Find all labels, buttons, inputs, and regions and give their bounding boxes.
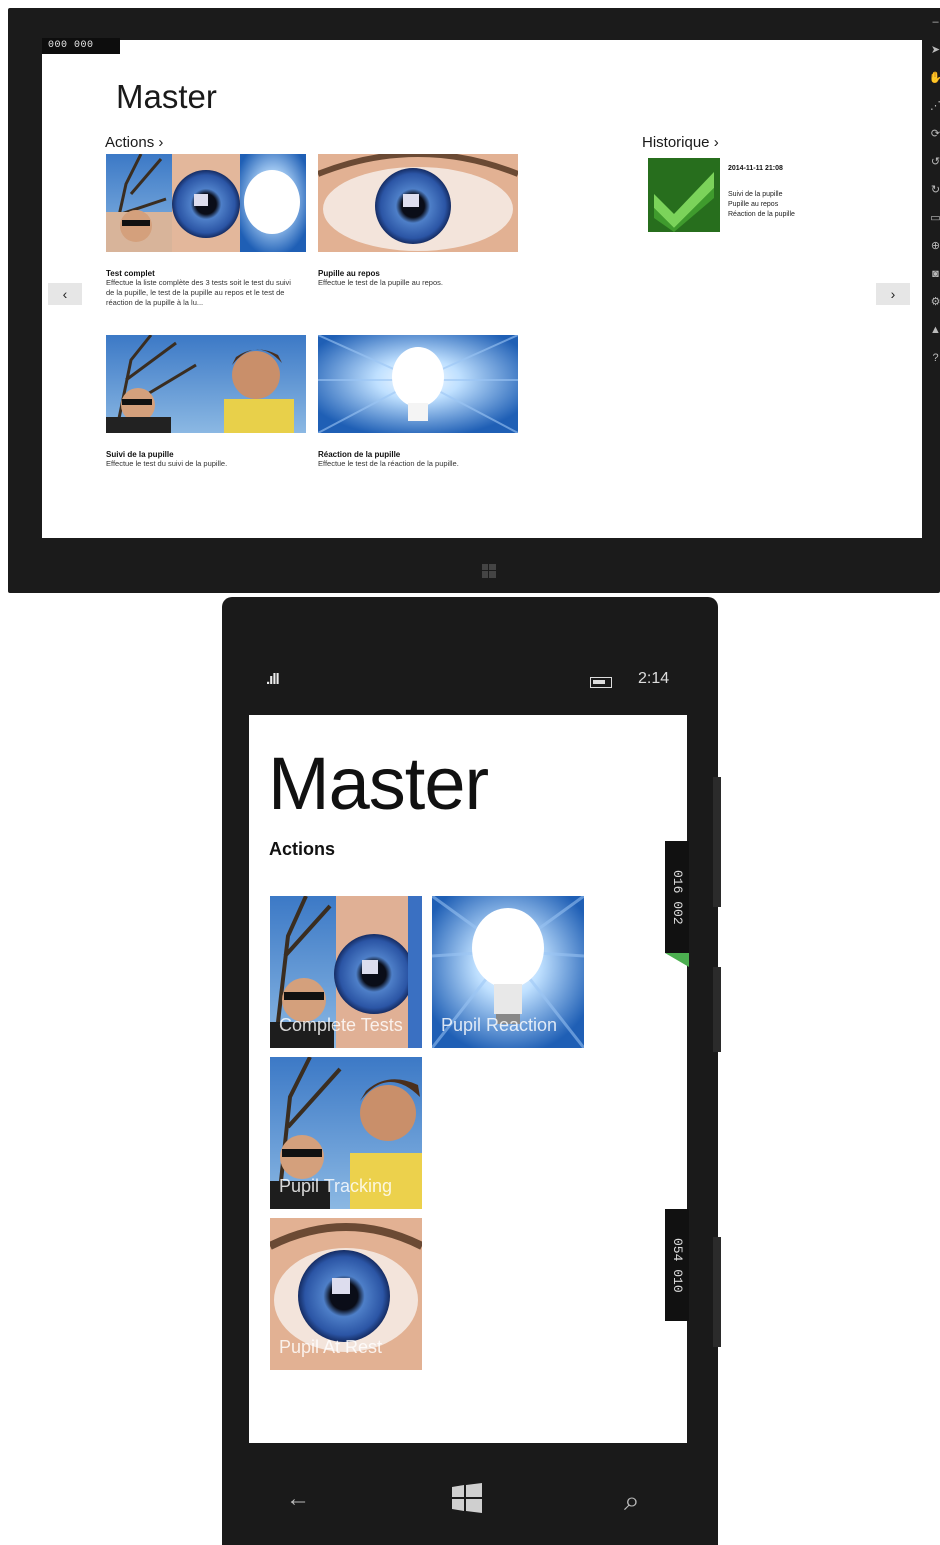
- ruler-value: 010: [670, 1268, 685, 1293]
- actions-header-link[interactable]: Actions ›: [105, 134, 163, 151]
- ruler-badge: 054 010: [665, 1209, 689, 1321]
- camera-button[interactable]: [713, 1237, 721, 1347]
- hand-icon[interactable]: ✋: [923, 64, 940, 92]
- history-header-link[interactable]: Historique ›: [642, 134, 719, 151]
- power-button[interactable]: [713, 967, 721, 1052]
- history-line: Pupille au repos: [728, 201, 779, 208]
- tile-title: Test complet: [106, 269, 155, 278]
- ruler-value: 054: [670, 1237, 685, 1262]
- search-icon[interactable]: ⌕: [624, 1485, 640, 1518]
- tile-pupil-tracking[interactable]: Pupil Tracking: [270, 1057, 422, 1209]
- pupil-reaction-image: [317, 334, 519, 434]
- tile-pupil-tracking[interactable]: Suivi de la pupille Effectue le test du …: [106, 334, 306, 469]
- help-icon[interactable]: ?: [923, 344, 940, 372]
- phone-emulator: .ıll 2:14 Master Actions Complete Tests: [222, 597, 721, 1545]
- battery-icon: [590, 677, 612, 688]
- history-item[interactable]: 2014-11-11 21:08 Suivi de la pupille Pup…: [648, 158, 848, 238]
- windows-logo-icon[interactable]: [452, 1483, 482, 1513]
- rotate-left-icon[interactable]: ↺: [923, 148, 940, 176]
- actions-header: Actions: [269, 839, 336, 859]
- tile-complete-tests[interactable]: Complete Tests: [270, 896, 422, 1048]
- coordinate-badge: 000 000: [42, 38, 120, 54]
- tile-title: Pupille au repos: [318, 269, 380, 278]
- pointer-icon[interactable]: ➤: [923, 36, 940, 64]
- back-button[interactable]: ←: [286, 1485, 310, 1513]
- tile-description: Effectue le test de la réaction de la pu…: [318, 459, 459, 468]
- ruler-badge: 016 002: [665, 841, 689, 953]
- rotate-right-icon[interactable]: ↻: [923, 176, 940, 204]
- tile-title: Suivi de la pupille: [106, 450, 174, 459]
- tile-complete-test[interactable]: Test complet Effectue la liste complète …: [106, 153, 306, 308]
- tile-pupil-reaction[interactable]: Pupil Reaction: [432, 896, 584, 1048]
- history-details: Suivi de la pupille Pupille au repos Réa…: [728, 190, 795, 220]
- simulator-toolbar: – ➤ ✋ ⋰ ⟳ ↺ ↻ ▭ ⊕ ◙ ⚙ ▲ ?: [923, 8, 940, 478]
- volume-button[interactable]: [713, 777, 721, 907]
- ruler-marker-icon: [665, 953, 689, 967]
- page-title: Master: [268, 742, 489, 825]
- tile-label: Pupil Reaction: [441, 1015, 558, 1035]
- history-date: 2014-11-11 21:08: [728, 165, 783, 172]
- fit-icon[interactable]: ▭: [923, 204, 940, 232]
- scroll-right-button[interactable]: ›: [876, 283, 910, 305]
- history-line: Réaction de la pupille: [728, 211, 795, 218]
- pupil-at-rest-image: [316, 151, 520, 252]
- scroll-left-button[interactable]: ‹: [48, 283, 82, 305]
- phone-screen: Master Actions Complete Tests Pupil Reac…: [249, 715, 687, 1443]
- tablet-simulator: Master Actions › Historique › Test compl…: [8, 8, 940, 593]
- ruler-value: 002: [670, 900, 685, 925]
- status-clock: 2:14: [638, 670, 670, 687]
- tile-title: Réaction de la pupille: [318, 450, 401, 459]
- screenshot-icon[interactable]: ◙: [923, 260, 940, 288]
- tablet-screen: Master Actions › Historique › Test compl…: [42, 40, 922, 538]
- tile-pupil-at-rest[interactable]: Pupille au repos Effectue le test de la …: [316, 151, 520, 288]
- pupil-tracking-image: [106, 334, 306, 434]
- page-title: Master: [116, 78, 217, 115]
- checkmark-icon: [648, 158, 720, 232]
- network-icon[interactable]: ▲: [923, 316, 940, 344]
- tile-label: Pupil At Rest: [279, 1337, 383, 1357]
- history-line: Suivi de la pupille: [728, 191, 783, 198]
- tile-description: Effectue la liste complète des 3 tests s…: [106, 278, 291, 307]
- minimize-icon[interactable]: –: [923, 8, 940, 36]
- tile-description: Effectue le test de la pupille au repos.: [318, 278, 443, 287]
- tile-label: Complete Tests: [279, 1015, 403, 1035]
- pinch-icon[interactable]: ⋰: [923, 92, 940, 120]
- rotate-icon[interactable]: ⟳: [923, 120, 940, 148]
- tile-pupil-reaction[interactable]: Réaction de la pupille Effectue le test …: [317, 334, 519, 469]
- signal-icon: .ıll: [266, 671, 280, 688]
- tile-description: Effectue le test du suivi de la pupille.: [106, 459, 228, 468]
- tile-label: Pupil Tracking: [279, 1176, 393, 1196]
- windows-logo-icon[interactable]: [482, 564, 496, 578]
- settings-icon[interactable]: ⚙: [923, 288, 940, 316]
- resolution-icon[interactable]: ⊕: [923, 232, 940, 260]
- ruler-value: 016: [670, 869, 685, 894]
- complete-tests-image: [106, 153, 306, 253]
- tile-pupil-at-rest[interactable]: Pupil At Rest: [270, 1218, 422, 1370]
